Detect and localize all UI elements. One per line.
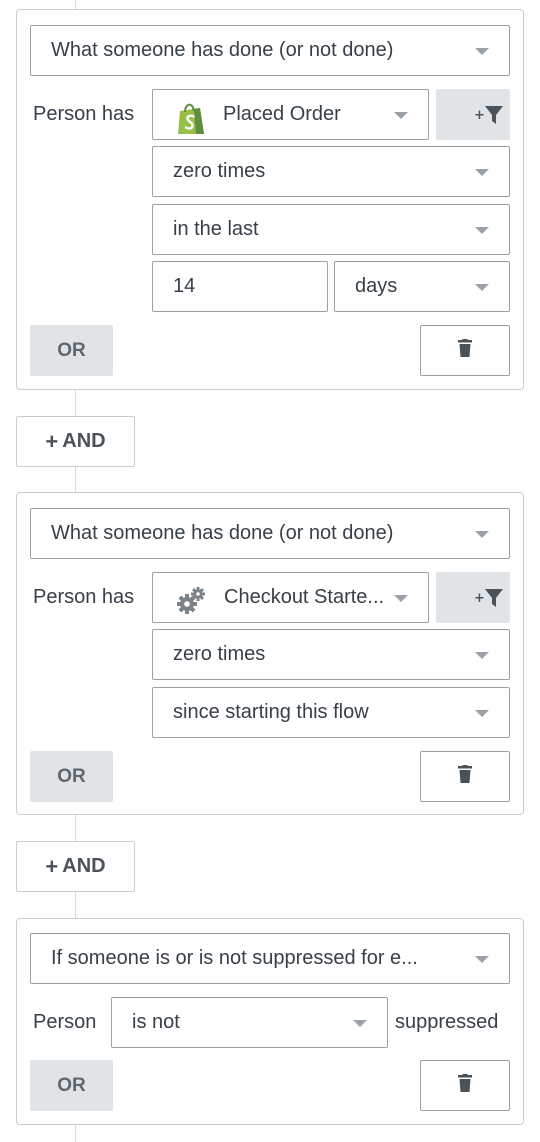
condition-card-1: What someone has done (or not done) Pers… <box>16 9 524 390</box>
svg-text:+: + <box>474 591 485 606</box>
frequency-select[interactable]: zero times <box>152 146 510 197</box>
frequency-value: zero times <box>173 160 266 182</box>
or-button[interactable]: OR <box>30 1060 113 1111</box>
timeframe-select[interactable]: since starting this flow <box>152 687 510 738</box>
trash-icon <box>458 339 472 362</box>
plus-icon: + <box>45 853 59 879</box>
add-filter-icon: + <box>474 105 506 130</box>
delete-button[interactable] <box>420 325 510 376</box>
delete-button[interactable] <box>420 1060 510 1111</box>
suppression-status-select[interactable]: is not <box>111 997 388 1048</box>
condition-card-3: If someone is or is not suppressed for e… <box>16 918 524 1125</box>
metric-select[interactable]: Checkout Starte... <box>152 572 429 623</box>
chevron-down-icon <box>394 595 408 602</box>
svg-text:+: + <box>474 108 485 123</box>
unit-select[interactable]: days <box>334 261 510 312</box>
timeframe-value: since starting this flow <box>173 701 369 723</box>
timeframe-value: in the last <box>173 218 259 240</box>
frequency-select[interactable]: zero times <box>152 629 510 680</box>
suppressed-label: suppressed <box>395 1011 499 1033</box>
and-label: AND <box>62 430 106 452</box>
plus-icon: + <box>45 428 59 454</box>
chevron-down-icon <box>475 652 489 659</box>
or-button[interactable]: OR <box>30 751 113 802</box>
or-button[interactable]: OR <box>30 325 113 376</box>
add-filter-icon: + <box>474 588 506 613</box>
chevron-down-icon <box>475 956 489 963</box>
unit-value: days <box>355 275 398 297</box>
suppression-status-value: is not <box>132 1011 180 1033</box>
connector-line <box>75 1125 76 1142</box>
and-label: AND <box>62 855 106 877</box>
add-and-condition-button[interactable]: + AND <box>16 416 135 467</box>
chevron-down-icon <box>475 227 489 234</box>
condition-type-value: What someone has done (or not done) <box>51 39 394 61</box>
condition-type-select[interactable]: What someone has done (or not done) <box>30 25 510 76</box>
add-and-condition-button[interactable]: + AND <box>16 841 135 892</box>
person-has-label: Person has <box>33 103 135 125</box>
condition-type-select[interactable]: If someone is or is not suppressed for e… <box>30 933 510 984</box>
condition-type-select[interactable]: What someone has done (or not done) <box>30 508 510 559</box>
condition-type-value: If someone is or is not suppressed for e… <box>51 947 418 969</box>
delete-button[interactable] <box>420 751 510 802</box>
or-label: OR <box>57 1074 86 1096</box>
or-label: OR <box>57 765 86 787</box>
chevron-down-icon <box>475 169 489 176</box>
shopify-icon <box>173 101 209 137</box>
amount-value: 14 <box>173 275 196 297</box>
gears-icon <box>175 585 211 621</box>
chevron-down-icon <box>394 112 408 119</box>
trash-icon <box>458 1074 472 1097</box>
chevron-down-icon <box>475 48 489 55</box>
chevron-down-icon <box>353 1020 367 1027</box>
trash-icon <box>458 765 472 788</box>
metric-select[interactable]: Placed Order <box>152 89 429 140</box>
metric-value: Placed Order <box>223 103 341 125</box>
amount-input[interactable]: 14 <box>152 261 328 312</box>
condition-type-value: What someone has done (or not done) <box>51 522 394 544</box>
chevron-down-icon <box>475 284 489 291</box>
person-label: Person <box>33 1011 97 1033</box>
add-filter-button[interactable]: + <box>436 89 510 140</box>
add-filter-button[interactable]: + <box>436 572 510 623</box>
metric-value: Checkout Starte... <box>224 586 385 608</box>
person-has-label: Person has <box>33 586 135 608</box>
frequency-value: zero times <box>173 643 266 665</box>
timeframe-select[interactable]: in the last <box>152 204 510 255</box>
chevron-down-icon <box>475 531 489 538</box>
or-label: OR <box>57 339 86 361</box>
condition-card-2: What someone has done (or not done) Pers… <box>16 492 524 815</box>
chevron-down-icon <box>475 710 489 717</box>
